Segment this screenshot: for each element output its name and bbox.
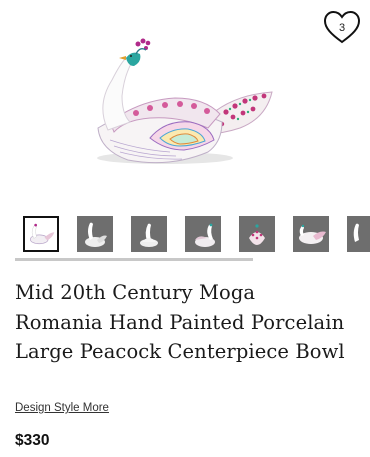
thumbnail-strip[interactable]: [0, 214, 370, 262]
thumbnail-1[interactable]: [23, 216, 59, 252]
product-title: Mid 20th Century Moga Romania Hand Paint…: [15, 281, 345, 363]
thumbnail-4[interactable]: [185, 216, 221, 252]
thumbnail-scrollbar[interactable]: [15, 258, 253, 261]
favorite-count: 3: [338, 22, 346, 34]
thumbnail-image: [85, 222, 107, 247]
thumbnail-image: [140, 223, 158, 247]
product-price: $330: [15, 432, 50, 449]
thumbnail-image: [195, 223, 215, 247]
peacock-bowl-image: [97, 38, 273, 164]
product-main-image[interactable]: [0, 0, 370, 205]
thumbnail-image: [249, 224, 265, 245]
thumbnail-3[interactable]: [131, 216, 167, 252]
thumbnail-image: [29, 223, 55, 245]
thumbnail-5[interactable]: [239, 216, 275, 252]
seller-link[interactable]: Design Style More: [15, 402, 109, 414]
thumbnail-6[interactable]: [293, 216, 329, 252]
thumbnail-2[interactable]: [77, 216, 113, 252]
thumbnail-image: [353, 223, 359, 242]
favorite-button[interactable]: 3: [323, 9, 361, 47]
thumbnail-7[interactable]: [347, 216, 370, 252]
thumbnail-image: [299, 224, 326, 244]
